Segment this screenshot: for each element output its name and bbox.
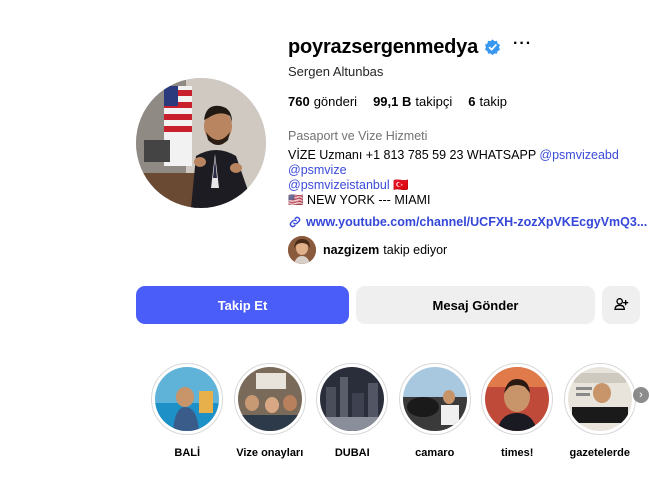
bio-tag-psmvize[interactable]: @psmvize: [288, 163, 347, 177]
highlight-cover: [485, 367, 550, 431]
highlight-label: Vize onayları: [236, 447, 304, 459]
highlight-item[interactable]: camaro: [394, 363, 477, 459]
highlight-item[interactable]: BALİ: [146, 363, 229, 459]
highlight-item[interactable]: DUBAI: [311, 363, 394, 459]
highlight-cover: [320, 367, 385, 431]
highlight-ring[interactable]: [316, 363, 389, 435]
highlight-cover: [567, 367, 632, 431]
bio-line-3: @psmvizeistanbul 🇹🇷: [288, 178, 648, 193]
highlight-label: camaro: [415, 447, 455, 459]
turkey-flag-icon: 🇹🇷: [393, 178, 409, 192]
link-icon: [288, 215, 302, 229]
followers-count[interactable]: 99,1 Btakipçi: [373, 94, 452, 109]
profile-avatar[interactable]: [136, 78, 266, 208]
following-count[interactable]: 6 takip: [468, 94, 507, 109]
highlight-label: BALİ: [174, 447, 201, 459]
story-highlights: BALİ Vize onayları DUBAI camaro times! g…: [146, 363, 649, 459]
chevron-right-icon[interactable]: ›: [633, 387, 649, 403]
profile-link[interactable]: www.youtube.com/channel/UCFXH-zozXpVKEcg…: [288, 215, 648, 229]
highlight-cover: [155, 367, 220, 431]
bio-tag-psmvizeistanbul[interactable]: @psmvizeistanbul: [288, 178, 390, 192]
profile-bio: VİZE Uzmanı +1 813 785 59 23 WHATSAPP @p…: [288, 148, 648, 208]
username: poyrazsergenmedya: [288, 35, 479, 58]
highlight-item[interactable]: times!: [476, 363, 559, 459]
profile-link-text[interactable]: www.youtube.com/channel/UCFXH-zozXpVKEcg…: [306, 215, 647, 229]
profile-category: Pasaport ve Vize Hizmeti: [288, 129, 428, 143]
highlight-ring[interactable]: [398, 363, 471, 435]
followed-by-suffix: takip ediyor: [383, 243, 448, 257]
highlight-ring[interactable]: [151, 363, 224, 435]
highlight-cover: [237, 367, 302, 431]
highlight-ring[interactable]: [481, 363, 554, 435]
highlight-label: times!: [501, 447, 534, 459]
usa-flag-icon: 🇺🇸: [288, 193, 304, 207]
more-options-button[interactable]: ···: [513, 36, 532, 55]
highlight-item[interactable]: gazetelerde ›: [559, 363, 649, 459]
verified-badge-icon: [484, 38, 501, 56]
bio-tag-psmvizeabd[interactable]: @psmvizeabd: [539, 148, 618, 162]
message-button[interactable]: Mesaj Gönder: [356, 286, 595, 324]
add-user-icon: [613, 296, 629, 315]
posts-count: 760 gönderi: [288, 94, 358, 109]
highlight-ring[interactable]: [563, 363, 636, 435]
highlight-label: DUBAI: [334, 447, 370, 459]
bio-line-1: VİZE Uzmanı +1 813 785 59 23 WHATSAPP @p…: [288, 148, 619, 162]
bio-line-2: @psmvize: [288, 163, 648, 178]
highlight-ring[interactable]: [233, 363, 306, 435]
follow-button[interactable]: Takip Et: [136, 286, 349, 324]
follower-name[interactable]: nazgizem: [323, 243, 379, 257]
followed-by[interactable]: nazgizem takip ediyor: [288, 236, 447, 264]
highlight-cover: [402, 367, 467, 431]
profile-stats: 760 gönderi 99,1 Btakipçi 6 takip: [288, 94, 648, 109]
follower-avatar[interactable]: [288, 236, 316, 264]
highlight-label: gazetelerde: [569, 447, 631, 459]
profile-info: poyrazsergenmedya ··· Sergen Altunbas 76…: [288, 34, 648, 230]
highlight-item[interactable]: Vize onayları: [229, 363, 312, 459]
bio-line-4: 🇺🇸 NEW YORK --- MIAMI: [288, 193, 431, 207]
full-name: Sergen Altunbas: [288, 64, 384, 79]
suggest-users-button[interactable]: [602, 286, 640, 324]
username-row: poyrazsergenmedya ···: [288, 34, 648, 60]
